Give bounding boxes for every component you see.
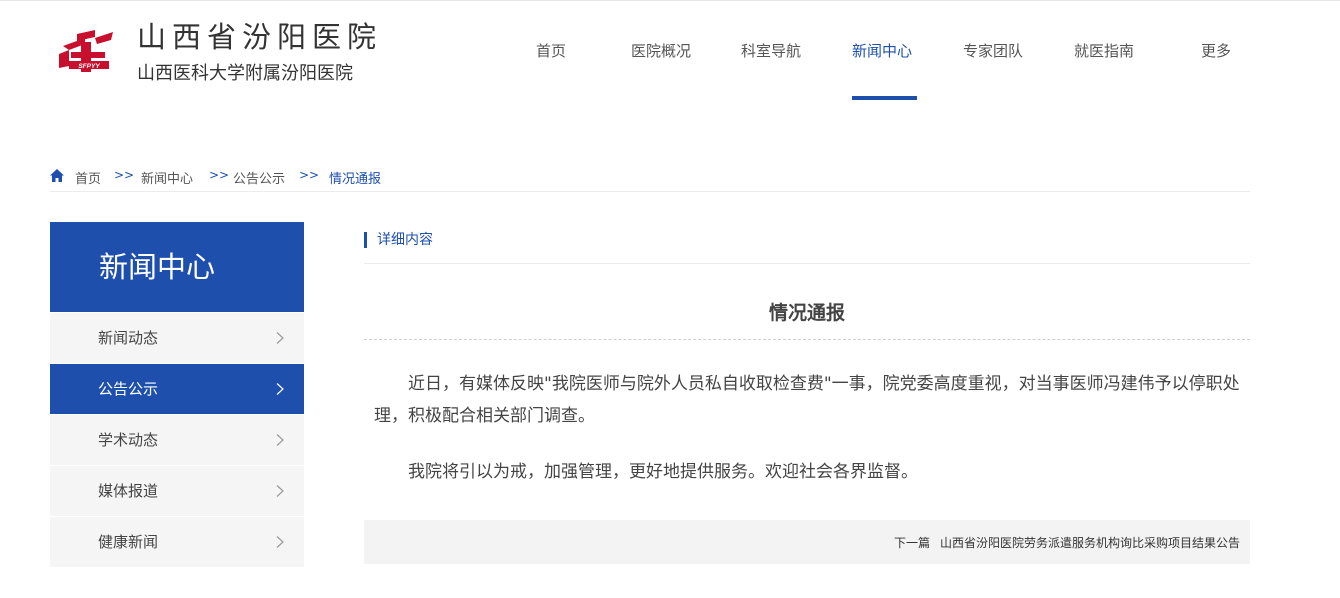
sidebar: 新闻中心 新闻动态 公告公示 学术动态 媒体报道 健康新闻 <box>50 222 304 567</box>
article-paragraph: 我院将引以为戒，加强管理，更好地提供服务。欢迎社会各界监督。 <box>408 462 918 482</box>
nav-item-departments[interactable]: 科室导航 <box>741 40 801 61</box>
section-divider <box>364 263 1250 264</box>
article-title: 情况通报 <box>768 302 845 324</box>
nav-active-underline <box>852 96 917 100</box>
chevron-right-icon <box>276 383 284 395</box>
next-article-bar: 下一篇 山西省汾阳医院劳务派遣服务机构询比采购项目结果公告 <box>364 520 1250 564</box>
sidebar-item-media[interactable]: 媒体报道 <box>50 466 304 516</box>
sidebar-item-health-news[interactable]: 健康新闻 <box>50 517 304 567</box>
nav-item-home[interactable]: 首页 <box>536 40 566 61</box>
sidebar-item-label: 健康新闻 <box>98 533 159 551</box>
sidebar-title: 新闻中心 <box>50 222 304 312</box>
sidebar-item-announcements[interactable]: 公告公示 <box>50 364 304 414</box>
nav-item-more[interactable]: 更多 <box>1201 40 1231 61</box>
nav-item-guide[interactable]: 就医指南 <box>1074 40 1134 61</box>
sidebar-item-news[interactable]: 新闻动态 <box>50 313 304 363</box>
site-subtitle: 山西医科大学附属汾阳医院 <box>137 63 353 84</box>
breadcrumb-current: 情况通报 <box>329 172 382 187</box>
next-label: 下一篇 <box>893 536 930 550</box>
main-nav: 首页 医院概况 科室导航 新闻中心 专家团队 就医指南 更多 <box>500 0 1280 102</box>
next-article-link[interactable]: 下一篇 山西省汾阳医院劳务派遣服务机构询比采购项目结果公告 <box>894 534 1240 551</box>
breadcrumb-divider <box>50 191 1250 192</box>
breadcrumb-separator: >> <box>209 168 230 182</box>
breadcrumb: 首页 >> 新闻中心 >> 公告公示 >> 情况通报 <box>50 166 1250 190</box>
sidebar-item-label: 学术动态 <box>98 431 159 449</box>
hospital-logo-icon: SFPYY <box>59 30 113 72</box>
sidebar-item-label: 新闻动态 <box>98 329 159 347</box>
home-icon[interactable] <box>50 169 64 182</box>
site-header: SFPYY 山西省汾阳医院 山西医科大学附属汾阳医院 首页 医院概况 科室导航 … <box>0 0 1340 110</box>
sidebar-item-label: 公告公示 <box>98 380 159 398</box>
breadcrumb-news-center[interactable]: 新闻中心 <box>141 168 193 187</box>
article-paragraph: 近日，有媒体反映"我院医师与院外人员私自收取检查费"一事，院党委高度重视，对当事… <box>374 374 1240 426</box>
breadcrumb-separator: >> <box>114 168 135 182</box>
next-article-title: 山西省汾阳医院劳务派遣服务机构询比采购项目结果公告 <box>939 536 1240 550</box>
nav-item-hospital-overview[interactable]: 医院概况 <box>631 40 691 61</box>
nav-item-experts[interactable]: 专家团队 <box>963 40 1023 61</box>
nav-item-news-center[interactable]: 新闻中心 <box>852 40 912 61</box>
section-label: 详细内容 <box>364 232 433 248</box>
breadcrumb-separator: >> <box>299 168 320 182</box>
breadcrumb-home[interactable]: 首页 <box>75 168 101 187</box>
chevron-right-icon <box>276 485 284 497</box>
title-dashed-divider <box>364 339 1250 340</box>
logo-lettering: SFPYY <box>78 63 100 70</box>
chevron-right-icon <box>276 332 284 344</box>
chevron-right-icon <box>276 434 284 446</box>
site-title: 山西省汾阳医院 <box>137 20 383 54</box>
chevron-right-icon <box>276 536 284 548</box>
sidebar-item-label: 媒体报道 <box>98 482 159 500</box>
sidebar-item-academic[interactable]: 学术动态 <box>50 415 304 465</box>
breadcrumb-announcements[interactable]: 公告公示 <box>233 168 285 187</box>
